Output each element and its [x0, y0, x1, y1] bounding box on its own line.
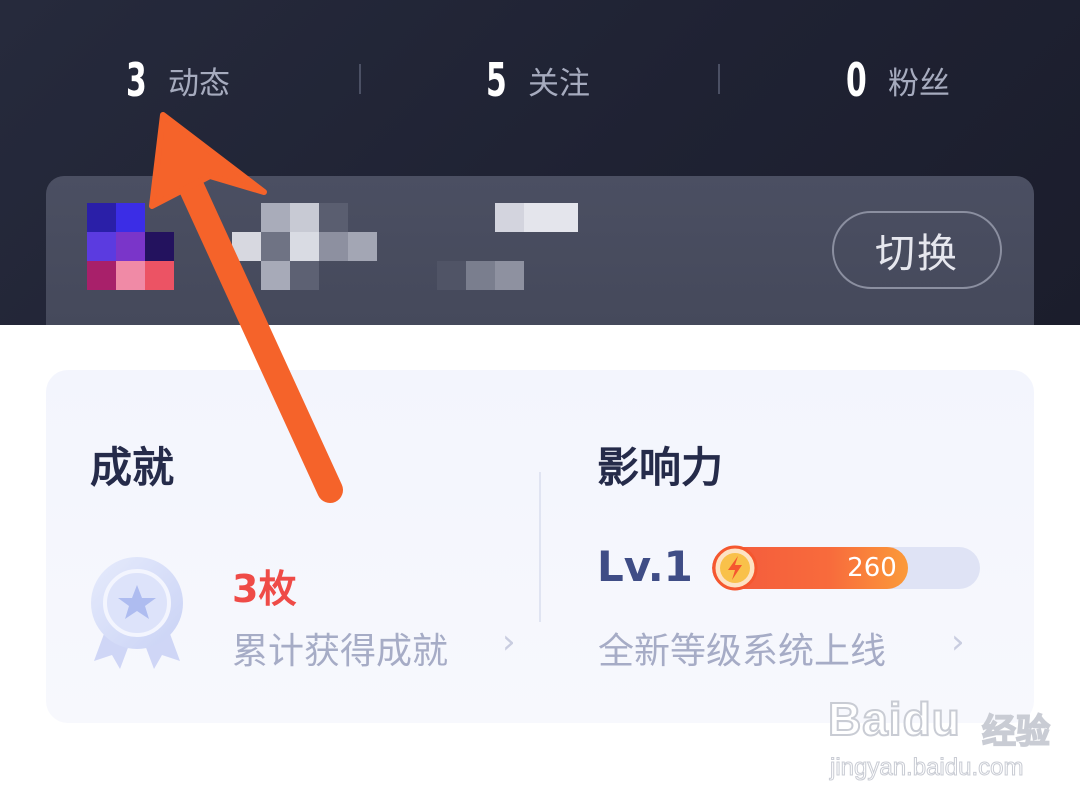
medal-icon — [91, 557, 183, 669]
card-divider — [539, 472, 541, 622]
achievement-subtitle-link[interactable]: 累计获得成就 — [232, 622, 448, 674]
stats-bar: 3 动态 5 关注 0 粉丝 — [0, 40, 1080, 120]
achievement-count: 3枚 — [232, 567, 297, 611]
influence-points: 260 — [847, 553, 897, 583]
stats-divider — [359, 64, 361, 94]
stat-posts-label: 动态 — [168, 65, 230, 102]
baidu-watermark: Baidu 经验 jingyan.baidu.com — [820, 690, 1060, 800]
watermark-brand: Baidu — [827, 692, 961, 746]
stat-posts[interactable]: 3 动态 — [126, 40, 230, 120]
stat-followers-count: 0 — [846, 53, 867, 107]
influence-level: Lv.1 — [597, 542, 693, 591]
stat-followers[interactable]: 0 粉丝 — [846, 40, 950, 120]
stats-divider — [718, 64, 720, 94]
watermark-url: jingyan.baidu.com — [829, 754, 1024, 782]
lightning-icon — [712, 545, 758, 591]
achievement-chevron-icon: › — [502, 622, 516, 662]
stat-posts-count: 3 — [126, 53, 147, 107]
achievement-title: 成就 — [90, 443, 175, 492]
influence-chevron-icon: › — [951, 622, 965, 662]
influence-title: 影响力 — [597, 443, 724, 492]
watermark-brand-cn: 经验 — [981, 711, 1051, 753]
stat-following-label: 关注 — [528, 65, 590, 102]
influence-subtitle-link[interactable]: 全新等级系统上线 — [598, 622, 886, 674]
stat-followers-label: 粉丝 — [888, 65, 950, 102]
stat-following-count: 5 — [486, 53, 507, 107]
switch-account-button[interactable]: 切换 — [832, 211, 1002, 289]
stat-following[interactable]: 5 关注 — [486, 40, 590, 120]
